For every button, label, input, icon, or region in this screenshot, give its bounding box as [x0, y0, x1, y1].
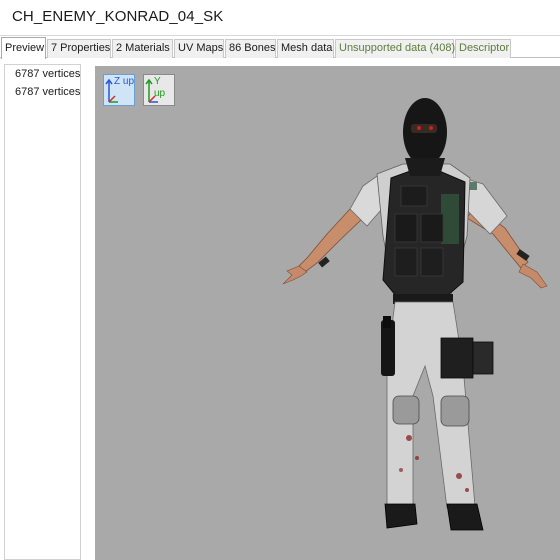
tab-descriptor[interactable]: Descriptor [455, 39, 511, 58]
tab-mesh-data[interactable]: Mesh data [277, 39, 334, 58]
tab-strip: Preview 7 Properties 2 Materials UV Maps… [0, 37, 560, 59]
window-title: CH_ENEMY_KONRAD_04_SK [12, 8, 224, 25]
lod-list-item[interactable]: 6787 vertices [5, 83, 80, 101]
tab-unsupported-data[interactable]: Unsupported data (408) [335, 39, 455, 58]
model-viewport[interactable]: Z up Y up [95, 66, 560, 560]
character-model [282, 98, 548, 531]
lod-list-item[interactable]: 6787 vertices [5, 65, 80, 83]
lod-list: 6787 vertices 6787 vertices [4, 64, 81, 560]
tab-uv-maps[interactable]: UV Maps [174, 39, 224, 58]
tab-bones[interactable]: 86 Bones [225, 39, 276, 58]
tab-materials[interactable]: 2 Materials [112, 39, 173, 58]
title-bar: CH_ENEMY_KONRAD_04_SK [0, 0, 560, 36]
tab-preview[interactable]: Preview [1, 37, 46, 59]
tab-properties[interactable]: 7 Properties [47, 39, 111, 58]
